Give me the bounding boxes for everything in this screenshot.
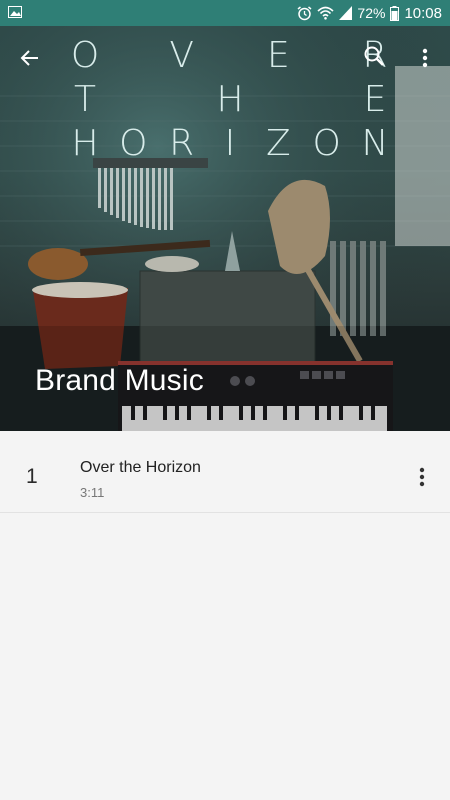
- track-more-button[interactable]: [408, 459, 436, 495]
- arrow-back-icon: [20, 50, 38, 66]
- cover-line-2: T H E: [74, 79, 387, 120]
- track-row[interactable]: 1 Over the Horizon 3:11: [0, 431, 450, 513]
- album-title: Brand Music: [35, 364, 204, 397]
- cover-line-1: O V E R: [70, 35, 388, 76]
- cover-art-title: O V E R T H E H O R I Z O N: [70, 34, 390, 166]
- track-title: Over the Horizon: [80, 459, 201, 476]
- image-icon: [8, 5, 22, 21]
- track-number: 1: [26, 465, 38, 488]
- more-options-button[interactable]: [405, 38, 445, 78]
- search-icon: [364, 46, 384, 66]
- alarm-icon: [297, 5, 312, 21]
- track-list: 1 Over the Horizon 3:11: [0, 431, 450, 513]
- wifi-icon: [317, 6, 334, 20]
- search-button[interactable]: [354, 36, 394, 76]
- back-button[interactable]: [10, 38, 50, 78]
- clock: 10:08: [404, 4, 442, 22]
- battery-percent: 72%: [357, 5, 386, 21]
- status-bar: 72% 10:08: [0, 0, 450, 26]
- track-duration: 3:11: [80, 485, 105, 500]
- cover-line-3: H O R I Z O N: [71, 123, 389, 164]
- battery-icon: [390, 5, 400, 21]
- more-vertical-icon: [419, 467, 425, 487]
- album-art-header: O V E R T H E H O R I Z O N Brand Music: [0, 26, 450, 431]
- signal-icon: [339, 6, 353, 20]
- more-vertical-icon: [422, 48, 428, 68]
